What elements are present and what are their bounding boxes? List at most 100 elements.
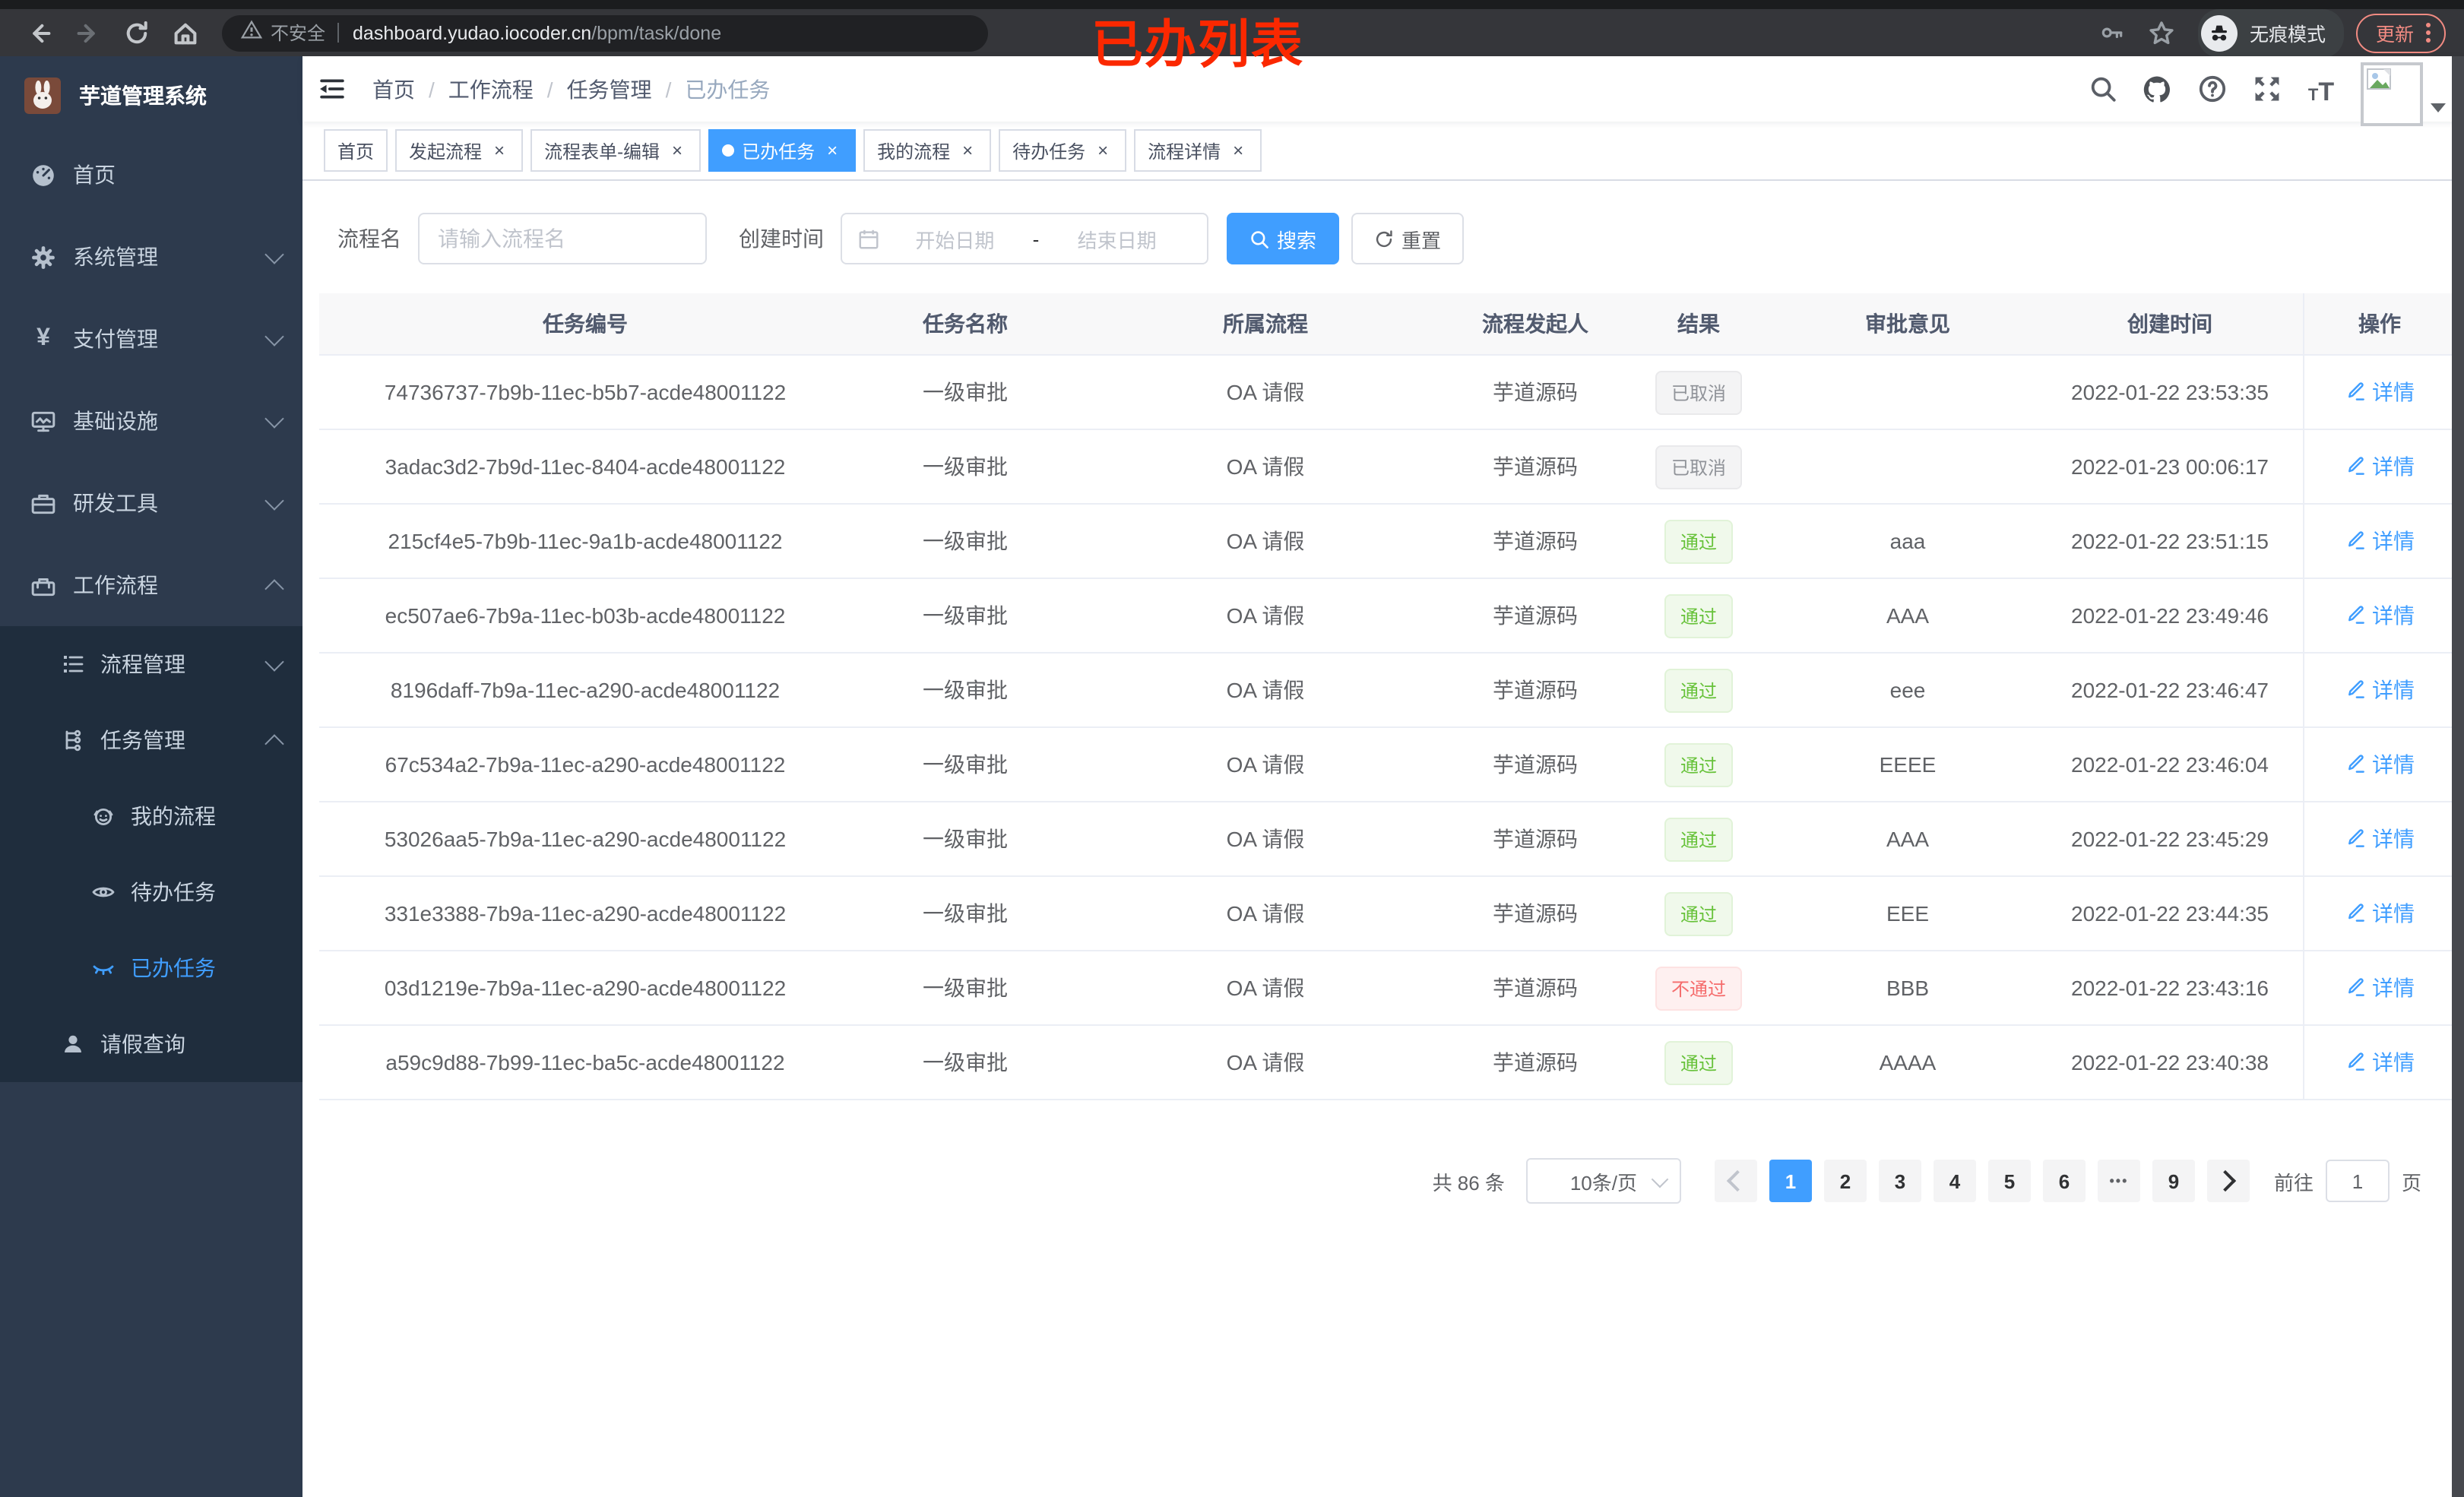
- date-range-picker[interactable]: 开始日期 - 结束日期: [841, 213, 1208, 264]
- more-pages-button[interactable]: •••: [2097, 1160, 2140, 1202]
- detail-button[interactable]: 详情: [2345, 824, 2415, 854]
- browser-menu-icon[interactable]: [2426, 23, 2431, 43]
- update-button[interactable]: 更新: [2355, 13, 2446, 52]
- detail-button[interactable]: 详情: [2345, 749, 2415, 780]
- close-icon[interactable]: ×: [822, 141, 842, 160]
- start-date-placeholder[interactable]: 开始日期: [880, 224, 1030, 253]
- breadcrumb-workflow[interactable]: 工作流程: [448, 74, 534, 104]
- sidebar-item-label: 已办任务: [131, 956, 216, 980]
- sidebar-item-home[interactable]: 首页: [0, 134, 302, 216]
- sidebar-item-my-process[interactable]: 我的流程: [0, 778, 302, 854]
- calendar-icon: [859, 229, 879, 248]
- fullscreen-icon[interactable]: [2251, 74, 2282, 104]
- bookmark-star-icon[interactable]: [2148, 19, 2175, 46]
- close-icon[interactable]: ×: [1093, 141, 1113, 160]
- password-key-icon[interactable]: [2099, 19, 2127, 46]
- tab-done-tasks[interactable]: 已办任务 ×: [708, 129, 857, 172]
- detail-button[interactable]: 详情: [2345, 377, 2415, 407]
- breadcrumb-task-mgmt[interactable]: 任务管理: [567, 74, 652, 104]
- close-icon[interactable]: ×: [489, 141, 509, 160]
- home-icon[interactable]: [172, 19, 199, 46]
- security-label[interactable]: 不安全: [271, 20, 325, 46]
- avatar[interactable]: [2361, 62, 2423, 126]
- close-icon[interactable]: ×: [1228, 141, 1248, 160]
- page-button-1[interactable]: 1: [1769, 1160, 1812, 1202]
- page-scrollbar[interactable]: [2452, 56, 2464, 1497]
- page-button-6[interactable]: 6: [2042, 1160, 2086, 1202]
- edit-icon: [2348, 457, 2364, 475]
- sidebar-item-process-mgmt[interactable]: 流程管理: [0, 626, 302, 702]
- pagination: 共 86 条 10条/页 1 2 3 4 5 6 ••• 9 前往 1 页: [302, 1158, 2421, 1204]
- page-button-3[interactable]: 3: [1878, 1160, 1921, 1202]
- page-button-5[interactable]: 5: [1987, 1160, 2031, 1202]
- edit-icon: [2348, 606, 2364, 624]
- tab-start-process[interactable]: 发起流程 ×: [395, 129, 524, 172]
- navbar-actions: TT: [2087, 56, 2464, 126]
- avatar-menu[interactable]: [2361, 56, 2449, 126]
- detail-button[interactable]: 详情: [2345, 1047, 2415, 1078]
- sidebar-item-devtools[interactable]: 研发工具: [0, 462, 302, 544]
- process-name-input[interactable]: [418, 213, 707, 264]
- edit-icon: [2348, 829, 2364, 847]
- help-icon[interactable]: [2196, 74, 2227, 104]
- tab-process-detail[interactable]: 流程详情 ×: [1134, 129, 1262, 172]
- tab-home[interactable]: 首页: [324, 129, 388, 172]
- close-icon[interactable]: ×: [667, 141, 687, 160]
- reset-button[interactable]: 重置: [1351, 213, 1465, 264]
- prev-page-button[interactable]: [1714, 1160, 1757, 1202]
- github-icon[interactable]: [2142, 74, 2172, 104]
- tab-todo-tasks[interactable]: 待办任务 ×: [999, 129, 1127, 172]
- address-bar[interactable]: 不安全 dashboard.yudao.iocoder.cn/bpm/task/…: [222, 14, 988, 51]
- tab-my-process[interactable]: 我的流程 ×: [863, 129, 992, 172]
- col-created: 创建时间: [2127, 312, 2212, 336]
- breadcrumb: 首页 / 工作流程 / 任务管理 / 已办任务: [372, 74, 770, 104]
- detail-button[interactable]: 详情: [2345, 675, 2415, 705]
- detail-button[interactable]: 详情: [2345, 898, 2415, 929]
- tab-form-edit[interactable]: 流程表单-编辑 ×: [530, 129, 702, 172]
- search-button[interactable]: 搜索: [1227, 213, 1340, 264]
- back-icon[interactable]: [26, 19, 53, 46]
- sidebar-item-workflow[interactable]: 工作流程: [0, 544, 302, 626]
- date-separator: -: [1032, 227, 1040, 250]
- sidebar-item-label: 待办任务: [131, 880, 216, 904]
- status-badge: 通过: [1664, 742, 1732, 786]
- detail-button[interactable]: 详情: [2345, 600, 2415, 631]
- page-button-4[interactable]: 4: [1933, 1160, 1976, 1202]
- sidebar-toggle-icon[interactable]: [302, 56, 360, 122]
- page-size-select[interactable]: 10条/页: [1525, 1158, 1681, 1204]
- sidebar-item-done-tasks[interactable]: 已办任务: [0, 930, 302, 1006]
- breadcrumb-home[interactable]: 首页: [372, 74, 415, 104]
- detail-button[interactable]: 详情: [2345, 451, 2415, 482]
- sidebar-item-label: 流程管理: [100, 652, 185, 676]
- url-host[interactable]: dashboard.yudao.iocoder.cn: [353, 22, 591, 43]
- not-secure-icon: [240, 17, 263, 48]
- sidebar-item-payment[interactable]: ¥ 支付管理: [0, 298, 302, 380]
- table-row: 8196daff-7b9a-11ec-a290-acde48001122 一级审…: [319, 654, 2455, 728]
- sidebar-item-todo-tasks[interactable]: 待办任务: [0, 854, 302, 930]
- page-button-9[interactable]: 9: [2152, 1160, 2195, 1202]
- goto-page-input[interactable]: [2325, 1160, 2390, 1202]
- font-size-icon[interactable]: TT: [2306, 74, 2336, 104]
- tags-view-bar: 首页 发起流程 × 流程表单-编辑 × 已办任务 × 我的流程 × 待办任务 × 流程详情…: [302, 122, 2464, 181]
- sidebar-item-infra[interactable]: 基础设施: [0, 380, 302, 462]
- search-icon[interactable]: [2087, 74, 2117, 104]
- reload-icon[interactable]: [123, 19, 150, 46]
- sidebar-item-system[interactable]: 系统管理: [0, 216, 302, 298]
- page-button-2[interactable]: 2: [1823, 1160, 1867, 1202]
- end-date-placeholder[interactable]: 结束日期: [1042, 224, 1192, 253]
- sidebar-item-task-mgmt[interactable]: 任务管理: [0, 702, 302, 778]
- forward-icon[interactable]: [74, 19, 102, 46]
- breadcrumb-separator: /: [546, 77, 553, 101]
- detail-button[interactable]: 详情: [2345, 526, 2415, 556]
- detail-button[interactable]: 详情: [2345, 973, 2415, 1003]
- sidebar-item-leave-query[interactable]: 请假查询: [0, 1006, 302, 1082]
- close-icon[interactable]: ×: [958, 141, 977, 160]
- next-page-button[interactable]: [2206, 1160, 2250, 1202]
- logo-row[interactable]: 芋道管理系统: [0, 56, 302, 134]
- url-path[interactable]: /bpm/task/done: [591, 22, 721, 43]
- create-time-label: 创建时间: [739, 226, 824, 251]
- table-row: 53026aa5-7b9a-11ec-a290-acde48001122 一级审…: [319, 802, 2455, 877]
- tree-icon: [61, 728, 85, 752]
- table-row: 74736737-7b9b-11ec-b5b7-acde48001122 一级审…: [319, 356, 2455, 430]
- status-badge: 通过: [1664, 519, 1732, 563]
